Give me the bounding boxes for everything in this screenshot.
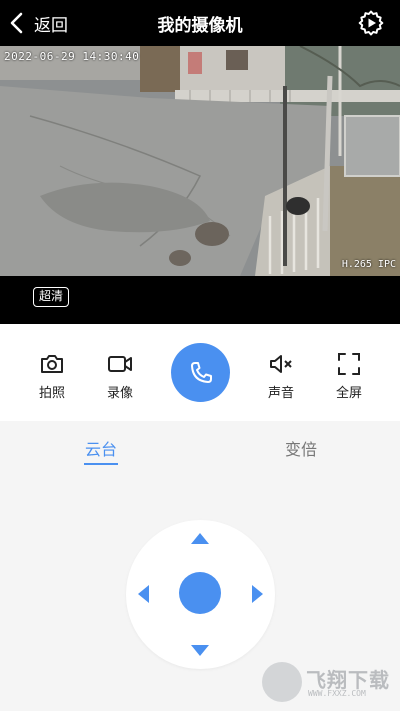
record-button[interactable]: 录像 xyxy=(92,351,148,401)
control-mode-tabs: 云台 变倍 xyxy=(0,421,400,471)
quality-toggle-button[interactable]: 超清 xyxy=(33,287,70,307)
video-timestamp: 2022-06-29 14:30:40 xyxy=(4,50,140,63)
video-camera-icon xyxy=(108,356,132,372)
fullscreen-icon xyxy=(338,353,360,375)
back-label: 返回 xyxy=(34,15,68,36)
settings-button[interactable] xyxy=(358,10,384,36)
snapshot-button[interactable]: 拍照 xyxy=(24,351,80,401)
camera-icon xyxy=(41,355,63,373)
video-codec-label: H.265 IPC xyxy=(341,259,396,270)
camera-scene-image xyxy=(0,46,400,276)
snapshot-label: 拍照 xyxy=(38,386,65,401)
record-label: 录像 xyxy=(106,386,133,401)
fullscreen-label: 全屏 xyxy=(335,386,362,401)
phone-icon xyxy=(190,361,212,383)
sound-toggle-button[interactable]: 声音 xyxy=(253,351,309,401)
chevron-left-icon xyxy=(10,12,23,34)
pan-left-arrow-icon[interactable] xyxy=(138,585,149,603)
speaker-mute-icon xyxy=(270,355,292,373)
tab-ptz[interactable]: 云台 xyxy=(61,436,141,460)
sound-label: 声音 xyxy=(267,386,294,401)
watermark-url: WWW.FXXZ.COM xyxy=(308,689,366,698)
camera-controls-bar: 拍照 录像 声音 全屏 xyxy=(0,324,400,421)
ptz-joystick xyxy=(126,520,275,669)
pan-down-arrow-icon[interactable] xyxy=(191,645,209,656)
watermark-logo-icon xyxy=(262,662,302,702)
top-bar: 返回 我的摄像机 xyxy=(0,0,400,46)
site-watermark-logo: 飞翔下载 WWW.FXXZ.COM xyxy=(262,662,396,702)
active-tab-indicator xyxy=(84,463,118,465)
camera-feed[interactable]: 2022-06-29 14:30:40 H.265 IPC xyxy=(0,46,400,276)
tab-zoom[interactable]: 变倍 xyxy=(261,436,341,460)
ptz-center-button[interactable] xyxy=(179,572,221,614)
fullscreen-button[interactable]: 全屏 xyxy=(321,351,377,401)
back-button[interactable]: 返回 xyxy=(8,10,68,36)
intercom-call-button[interactable] xyxy=(171,343,230,402)
gear-play-icon xyxy=(358,10,384,36)
pan-up-arrow-icon[interactable] xyxy=(191,533,209,544)
video-footer-bar: 超清 xyxy=(0,276,400,324)
pan-right-arrow-icon[interactable] xyxy=(252,585,263,603)
